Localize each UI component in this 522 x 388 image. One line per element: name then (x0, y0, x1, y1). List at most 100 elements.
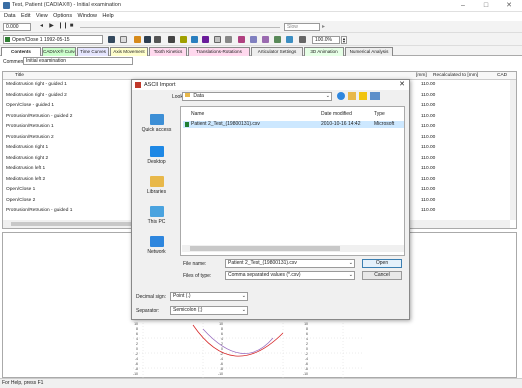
value-field[interactable]: 0.000 (3, 23, 31, 31)
paste-icon[interactable] (154, 36, 161, 43)
list-row-value: 110.00 (421, 197, 436, 203)
view-menu-icon[interactable] (370, 92, 380, 100)
measure-icon[interactable] (214, 36, 221, 43)
file-list-hscrollbar[interactable] (182, 245, 404, 252)
list-row-title: Mediotrusion left 2 (6, 176, 46, 182)
menu-help[interactable]: Help (102, 12, 113, 21)
plot-tick-label: -10 (218, 372, 223, 376)
tab-tooth-kinetics[interactable]: Tooth Kinetics (149, 47, 187, 56)
print-icon[interactable] (168, 36, 175, 43)
plot-tick-label: 6 (136, 332, 138, 336)
plot-tick-label: -4 (305, 357, 308, 361)
speed-field[interactable]: Slow (284, 23, 320, 31)
places-bar: Quick access Desktop Libraries This PC N… (136, 106, 177, 266)
col-date-modified[interactable]: Date modified (321, 111, 352, 117)
network-icon (149, 236, 164, 247)
chevron-down-icon: ⌄ (348, 272, 353, 278)
maximize-button[interactable]: □ (475, 1, 497, 11)
save-icon[interactable] (108, 36, 115, 43)
plot-tick-label: 0 (221, 347, 223, 351)
col-name[interactable]: Name (191, 111, 204, 117)
place-label: Quick access (141, 127, 172, 133)
plot-tick-label: 8 (136, 327, 138, 331)
plot-tick-label: -8 (220, 367, 223, 371)
place-quick-access[interactable]: Quick access (136, 114, 177, 133)
skip-forward-icon[interactable]: ▶ (48, 23, 55, 30)
copy-icon[interactable] (144, 36, 151, 43)
menu-data[interactable]: Data (4, 12, 16, 21)
zoom-spinner[interactable]: ▲ ▼ (341, 36, 347, 44)
list-row-value: 110.00 (421, 134, 436, 140)
list-vscrollbar[interactable] (510, 80, 516, 220)
dialog-close-button[interactable]: ✕ (396, 80, 408, 90)
list-row-title: Mediotrusion right - guided 2 (6, 92, 67, 98)
arrow-icon[interactable] (250, 36, 257, 43)
tab-translations-rotations[interactable]: Translations-Rotations (188, 47, 250, 56)
list-row-value: 110.00 (421, 103, 436, 108)
look-in-select[interactable]: Data ⌄ (182, 92, 332, 101)
units-icon[interactable] (299, 36, 306, 43)
tab-time-curves[interactable]: Time Curves (77, 47, 109, 56)
close-button[interactable]: ✕ (498, 1, 520, 11)
stop-icon[interactable]: ■ (68, 23, 75, 30)
comment-input[interactable]: Initial examination (23, 57, 133, 65)
back-icon[interactable] (337, 92, 345, 100)
place-this-pc[interactable]: This PC (136, 206, 177, 225)
file-list-scroll-thumb[interactable] (190, 246, 340, 251)
plot-tick-label: -6 (305, 362, 308, 366)
col-type[interactable]: Type (374, 111, 385, 117)
app-icon (3, 2, 10, 9)
new-folder-icon[interactable] (359, 92, 367, 100)
curve-icon[interactable] (238, 36, 245, 43)
pause-icon[interactable]: ❙❙ (58, 23, 68, 30)
tab-articulator-settings[interactable]: Articulator Settings (251, 47, 303, 56)
list-row-title: Mediotrusion right - guided 1 (6, 82, 67, 87)
place-libraries[interactable]: Libraries (136, 176, 177, 195)
speed-icon[interactable]: ▸ (322, 23, 332, 31)
recording-select-label: Open/Close 1 1992-05-15 (12, 37, 70, 43)
plot-tick-label: -8 (305, 367, 308, 371)
files-of-type-select[interactable]: Comma separated values (*.csv) ⌄ (225, 271, 355, 280)
decimal-sign-value: Point (.) (173, 293, 191, 299)
col-cad[interactable]: CAD (497, 72, 507, 80)
up-folder-icon[interactable] (348, 92, 356, 100)
menu-view[interactable]: View (36, 12, 48, 21)
list-row-title: Mediotrusion left 1 (6, 166, 46, 171)
film-icon[interactable] (202, 36, 209, 43)
col-mm[interactable]: [mm] (416, 72, 427, 80)
menu-edit[interactable]: Edit (21, 12, 30, 21)
recording-select[interactable]: Open/Close 1 1992-05-15 (3, 35, 103, 44)
col-title[interactable]: Title (15, 72, 24, 80)
status-bar: For Help, press F1 (0, 378, 522, 387)
tab-axis-movement[interactable]: Axis Movement (110, 47, 148, 56)
file-name-input[interactable]: Patient 2_Test_(19800131).csv ⌄ (225, 259, 355, 268)
zoom-field[interactable]: 100.0% (312, 36, 340, 44)
separator-select[interactable]: Semicolon (;) ⌄ (170, 306, 248, 315)
menu-window[interactable]: Window (77, 12, 97, 21)
cut-icon[interactable] (134, 36, 141, 43)
cancel-button[interactable]: Cancel (362, 271, 402, 280)
minimize-button[interactable]: – (452, 1, 474, 11)
compass-icon[interactable] (274, 36, 281, 43)
list-row-value: 110.00 (421, 145, 436, 150)
file-row[interactable]: Patient 2_Test_(19800131).csv 2010-10-16… (183, 121, 404, 128)
tab-3d-animation[interactable]: 3D Animation (304, 47, 344, 56)
open-button[interactable]: Open (362, 259, 402, 268)
tab-cadiax-curves[interactable]: CADIAX® Curves (42, 47, 76, 56)
decimal-sign-select[interactable]: Point (.) ⌄ (170, 292, 248, 301)
step-back-icon[interactable]: ◂ (38, 23, 45, 30)
zoom-icon[interactable] (286, 36, 293, 43)
timeline-slider[interactable] (80, 27, 280, 28)
menu-options[interactable]: Options (53, 12, 72, 21)
tab-contents[interactable]: Contents (1, 47, 41, 56)
col-recalculated[interactable]: Recalculated to [mm] (433, 72, 478, 80)
page-icon[interactable] (120, 36, 127, 43)
grid-icon[interactable] (180, 36, 187, 43)
place-network[interactable]: Network (136, 236, 177, 255)
plot-tick-label: 4 (136, 337, 138, 341)
lock-icon[interactable] (225, 36, 232, 43)
rotate-icon[interactable] (262, 36, 269, 43)
tab-numerical-analysis[interactable]: Numerical Analysis (345, 47, 393, 56)
place-desktop[interactable]: Desktop (136, 146, 177, 165)
chart-icon[interactable] (191, 36, 198, 43)
